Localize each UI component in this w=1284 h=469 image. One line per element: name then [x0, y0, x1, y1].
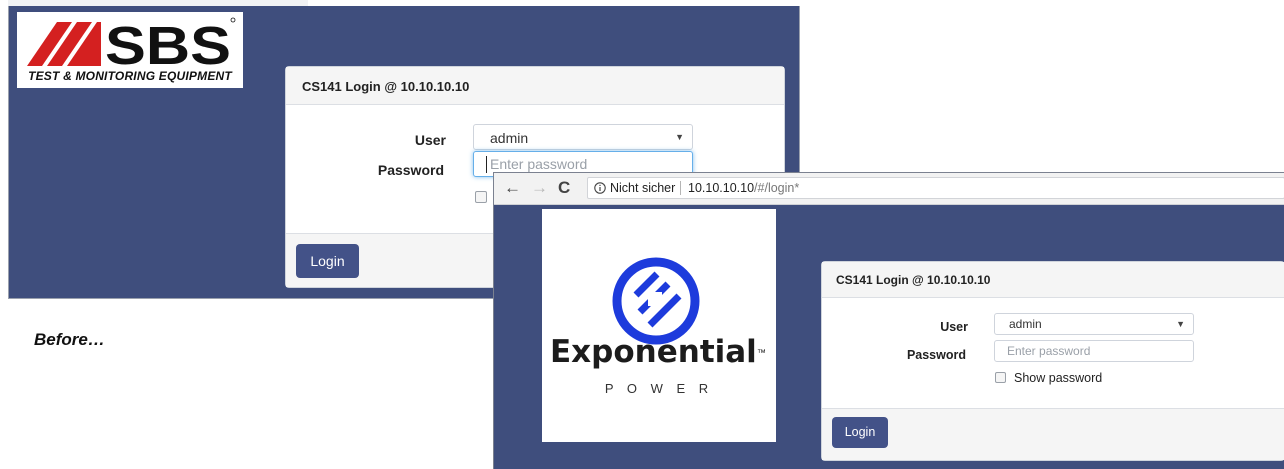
- before-caption: Before…: [34, 330, 105, 349]
- sbs-tagline: TEST & MONITORING EQUIPMENT: [28, 69, 232, 83]
- address-divider: [680, 181, 681, 195]
- before-user-label: User: [414, 132, 446, 148]
- after-user-value: admin: [1009, 317, 1042, 331]
- url-path: /#/login*: [754, 181, 800, 195]
- after-password-input[interactable]: Enter password: [994, 340, 1194, 362]
- before-user-value: admin: [490, 130, 529, 146]
- after-show-password-label: Show password: [1014, 371, 1103, 385]
- after-card-header: CS141 Login @ 10.10.10.10: [822, 262, 1284, 298]
- sbs-stripe-logo-icon: SBS: [27, 16, 236, 68]
- before-user-select[interactable]: admin ▼: [473, 124, 693, 150]
- security-label: Nicht sicher: [610, 181, 676, 195]
- after-show-password-checkbox[interactable]: [995, 372, 1006, 383]
- svg-text:SBS: SBS: [105, 16, 231, 68]
- back-arrow-icon[interactable]: ←: [504, 178, 521, 198]
- exponential-power-logo: Exponential™ P O W E R: [542, 209, 776, 442]
- after-card-footer: [822, 408, 1284, 460]
- before-show-password-checkbox[interactable]: [475, 191, 487, 203]
- forward-arrow-icon[interactable]: →: [531, 178, 548, 198]
- before-card-header: CS141 Login @ 10.10.10.10: [286, 67, 784, 105]
- after-user-label: User: [940, 320, 968, 334]
- after-login-card: CS141 Login @ 10.10.10.10 User admin ▼ P…: [821, 261, 1284, 461]
- before-password-placeholder: Enter password: [490, 156, 588, 172]
- after-screenshot: ← → C Nicht sicher 10.10.10.10/#/login*: [493, 172, 1284, 469]
- before-login-button[interactable]: Login: [296, 244, 359, 278]
- chevron-down-icon: ▼: [675, 132, 684, 142]
- reload-icon[interactable]: C: [558, 178, 570, 198]
- sbs-logo: SBS TEST & MONITORING EQUIPMENT: [17, 12, 243, 88]
- text-cursor-icon: [486, 156, 487, 173]
- exponential-name: Exponential: [550, 334, 757, 370]
- url-host: 10.10.10.10: [688, 181, 755, 195]
- after-login-button[interactable]: Login: [832, 417, 888, 448]
- exponential-power-text: P O W E R: [604, 381, 714, 396]
- trademark-mark: ™: [756, 347, 766, 358]
- after-password-label: Password: [906, 348, 966, 362]
- after-password-placeholder: Enter password: [1007, 344, 1091, 358]
- info-icon: [594, 182, 606, 194]
- browser-toolbar: ← → C Nicht sicher 10.10.10.10/#/login*: [494, 173, 1284, 205]
- address-bar[interactable]: Nicht sicher 10.10.10.10/#/login*: [587, 177, 1284, 199]
- after-login-title: CS141 Login @ 10.10.10.10: [836, 273, 991, 287]
- chevron-down-icon: ▼: [1176, 319, 1185, 329]
- before-password-label: Password: [377, 162, 444, 178]
- after-user-select[interactable]: admin ▼: [994, 313, 1194, 335]
- url-text: 10.10.10.10/#/login*: [688, 181, 799, 195]
- before-login-title: CS141 Login @ 10.10.10.10: [302, 79, 470, 94]
- exponential-wordmark: Exponential™: [550, 334, 774, 370]
